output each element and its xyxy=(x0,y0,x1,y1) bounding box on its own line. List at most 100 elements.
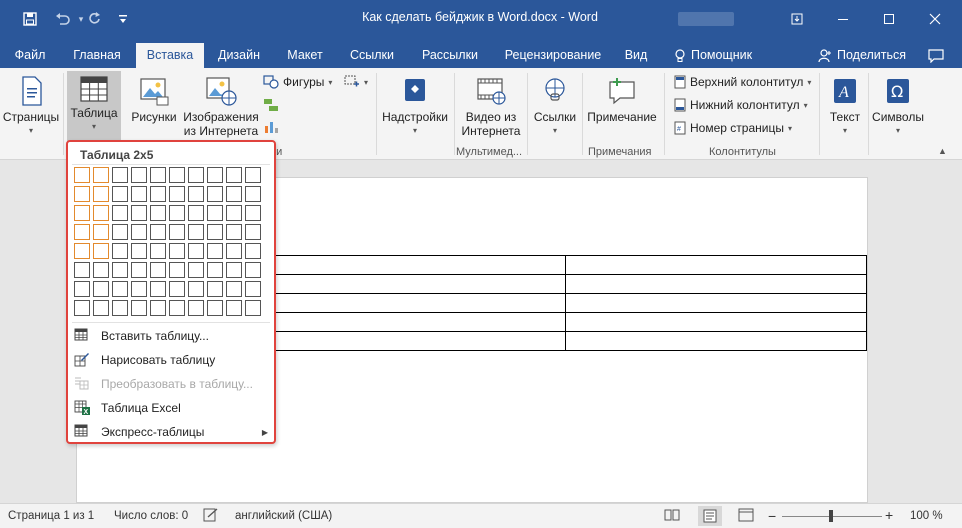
grid-cell[interactable] xyxy=(188,243,204,259)
comments-pane-icon[interactable] xyxy=(928,43,944,68)
proofing-icon[interactable] xyxy=(203,508,219,525)
zoom-level[interactable]: 100 % xyxy=(910,510,943,522)
grid-cell[interactable] xyxy=(150,262,166,278)
quick-tables-item[interactable]: Экспресс-таблицы ▶ xyxy=(74,421,270,443)
chart-button[interactable] xyxy=(263,120,279,134)
zoom-out-button[interactable]: − xyxy=(768,508,776,524)
grid-cell[interactable] xyxy=(150,167,166,183)
grid-cell[interactable] xyxy=(112,224,128,240)
ribbon-display-options-icon[interactable] xyxy=(774,0,820,38)
grid-cell[interactable] xyxy=(188,300,204,316)
grid-cell[interactable] xyxy=(74,262,90,278)
word-count[interactable]: Число слов: 0 xyxy=(114,510,188,522)
language[interactable]: английский (США) xyxy=(235,510,332,522)
grid-cell[interactable] xyxy=(131,205,147,221)
grid-cell[interactable] xyxy=(131,167,147,183)
grid-cell[interactable] xyxy=(226,224,242,240)
grid-cell[interactable] xyxy=(74,205,90,221)
grid-cell[interactable] xyxy=(74,167,90,183)
redo-icon[interactable] xyxy=(84,8,106,30)
grid-cell[interactable] xyxy=(150,243,166,259)
tab-file[interactable]: Файл xyxy=(8,43,52,68)
grid-cell[interactable] xyxy=(188,224,204,240)
grid-cell[interactable] xyxy=(226,167,242,183)
tab-insert[interactable]: Вставка xyxy=(136,43,204,68)
grid-cell[interactable] xyxy=(226,262,242,278)
grid-cell[interactable] xyxy=(131,243,147,259)
table-button[interactable]: Таблица ▾ xyxy=(67,71,121,141)
grid-cell[interactable] xyxy=(245,167,261,183)
addins-button[interactable]: Надстройки ▾ xyxy=(380,74,450,138)
page-number-button[interactable]: # Номер страницы ▾ xyxy=(674,121,792,135)
grid-cell[interactable] xyxy=(93,224,109,240)
tell-me-search[interactable]: Помощник xyxy=(674,43,752,68)
print-layout-icon[interactable] xyxy=(698,506,722,526)
grid-cell[interactable] xyxy=(207,205,223,221)
grid-cell[interactable] xyxy=(226,186,242,202)
table-cell[interactable] xyxy=(263,331,566,351)
tab-mailings[interactable]: Рассылки xyxy=(414,43,486,68)
shapes-button[interactable]: Фигуры ▾ xyxy=(263,75,332,89)
grid-cell[interactable] xyxy=(207,300,223,316)
grid-cell[interactable] xyxy=(131,186,147,202)
grid-cell[interactable] xyxy=(74,224,90,240)
grid-cell[interactable] xyxy=(245,262,261,278)
tab-view[interactable]: Вид xyxy=(618,43,654,68)
grid-cell[interactable] xyxy=(188,262,204,278)
grid-cell[interactable] xyxy=(169,262,185,278)
table-cell[interactable] xyxy=(564,312,867,332)
table-cell[interactable] xyxy=(564,331,867,351)
grid-cell[interactable] xyxy=(74,300,90,316)
minimize-button[interactable] xyxy=(820,0,866,38)
grid-cell[interactable] xyxy=(93,243,109,259)
symbols-button[interactable]: Ω Символы ▾ xyxy=(870,74,926,138)
table-cell[interactable] xyxy=(564,255,867,275)
grid-cell[interactable] xyxy=(188,186,204,202)
text-button[interactable]: A Текст ▾ xyxy=(823,74,867,138)
grid-cell[interactable] xyxy=(112,300,128,316)
grid-cell[interactable] xyxy=(245,281,261,297)
grid-cell[interactable] xyxy=(207,167,223,183)
save-icon[interactable] xyxy=(19,8,41,30)
header-button[interactable]: Верхний колонтитул ▾ xyxy=(674,75,811,89)
grid-cell[interactable] xyxy=(169,205,185,221)
table-cell[interactable] xyxy=(564,274,867,294)
grid-cell[interactable] xyxy=(245,243,261,259)
share-button[interactable]: Поделиться xyxy=(818,43,906,68)
tab-layout[interactable]: Макет xyxy=(278,43,332,68)
online-video-button[interactable]: Видео из Интернета xyxy=(458,74,524,146)
grid-cell[interactable] xyxy=(207,281,223,297)
grid-cell[interactable] xyxy=(74,281,90,297)
grid-cell[interactable] xyxy=(245,205,261,221)
grid-cell[interactable] xyxy=(169,281,185,297)
tab-references[interactable]: Ссылки xyxy=(342,43,402,68)
grid-cell[interactable] xyxy=(207,243,223,259)
grid-cell[interactable] xyxy=(93,167,109,183)
grid-cell[interactable] xyxy=(169,300,185,316)
draw-table-item[interactable]: Нарисовать таблицу xyxy=(74,349,270,371)
grid-cell[interactable] xyxy=(112,243,128,259)
close-button[interactable] xyxy=(912,0,958,38)
grid-cell[interactable] xyxy=(188,167,204,183)
smartart-button[interactable] xyxy=(263,98,279,112)
grid-cell[interactable] xyxy=(188,281,204,297)
grid-cell[interactable] xyxy=(93,205,109,221)
links-button[interactable]: Ссылки ▾ xyxy=(531,74,579,138)
grid-cell[interactable] xyxy=(131,300,147,316)
grid-cell[interactable] xyxy=(226,300,242,316)
grid-cell[interactable] xyxy=(150,281,166,297)
grid-cell[interactable] xyxy=(245,300,261,316)
account-name-blurred[interactable] xyxy=(678,12,734,26)
grid-cell[interactable] xyxy=(150,224,166,240)
tab-design[interactable]: Дизайн xyxy=(210,43,268,68)
insert-table-item[interactable]: Вставить таблицу... xyxy=(74,325,270,347)
grid-cell[interactable] xyxy=(188,205,204,221)
grid-cell[interactable] xyxy=(169,243,185,259)
grid-cell[interactable] xyxy=(207,186,223,202)
grid-cell[interactable] xyxy=(93,186,109,202)
grid-cell[interactable] xyxy=(226,281,242,297)
grid-cell[interactable] xyxy=(112,186,128,202)
grid-cell[interactable] xyxy=(131,262,147,278)
maximize-button[interactable] xyxy=(866,0,912,38)
tab-review[interactable]: Рецензирование xyxy=(498,43,608,68)
